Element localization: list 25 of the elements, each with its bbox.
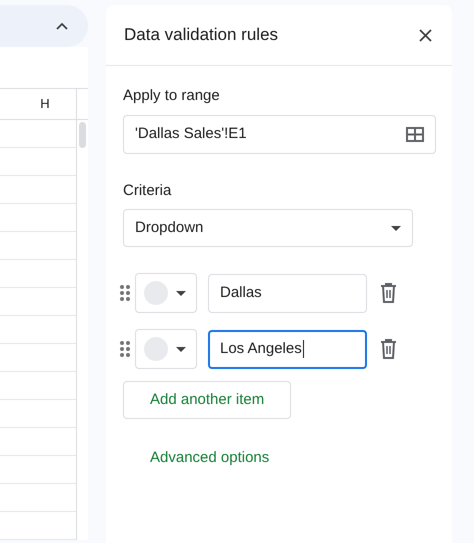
range-field[interactable]: 'Dallas Sales'!E1 bbox=[123, 114, 436, 154]
chevron-up-icon bbox=[56, 22, 68, 30]
caret-icon bbox=[176, 290, 186, 296]
drag-handle-icon[interactable] bbox=[119, 284, 131, 302]
toolbar-toggle-pill[interactable] bbox=[0, 5, 88, 47]
grid-select-icon[interactable] bbox=[406, 126, 424, 142]
advanced-options-link[interactable]: Advanced options bbox=[150, 447, 270, 470]
color-picker-button[interactable] bbox=[135, 273, 197, 313]
field-label: Criteria bbox=[123, 180, 172, 200]
color-picker-button[interactable] bbox=[135, 329, 197, 369]
add-item-button[interactable]: Add another item bbox=[123, 381, 292, 419]
trash-icon[interactable] bbox=[380, 339, 397, 359]
caret-icon bbox=[391, 226, 401, 230]
criteria-dropdown[interactable]: Dropdown bbox=[123, 209, 413, 247]
trash-icon[interactable] bbox=[380, 283, 397, 303]
column-header[interactable]: H bbox=[40, 94, 50, 114]
close-icon[interactable] bbox=[419, 28, 432, 42]
scrollbar-thumb[interactable] bbox=[79, 122, 86, 148]
field-label: Apply to range bbox=[123, 86, 221, 106]
panel-title: Data validation rules bbox=[124, 24, 278, 46]
item-input-field[interactable]: Los Angeles bbox=[208, 330, 367, 368]
caret-icon bbox=[176, 346, 186, 352]
drag-handle-icon[interactable] bbox=[119, 340, 131, 358]
item-input-field[interactable]: Dallas bbox=[208, 274, 367, 312]
spreadsheet-cell[interactable] bbox=[0, 512, 77, 540]
